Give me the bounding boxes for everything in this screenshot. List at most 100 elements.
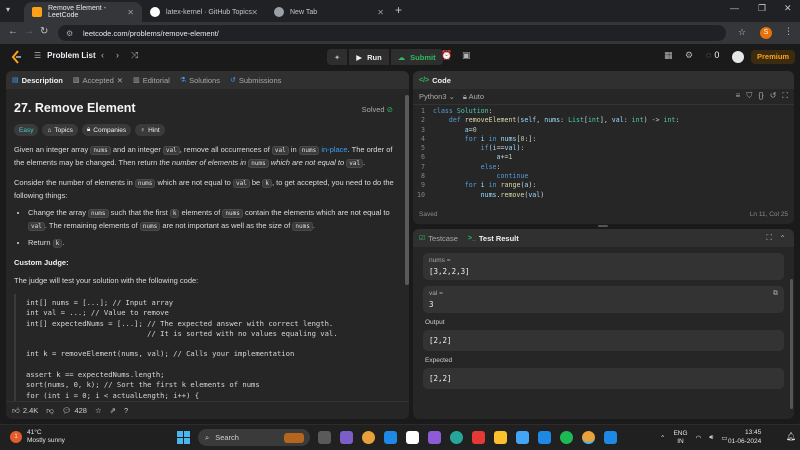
tab-editorial[interactable]: ▥ Editorial [133,76,170,85]
forward-icon[interactable]: → [24,26,34,37]
file-explorer-icon[interactable] [494,431,507,444]
taskbar-search[interactable]: ⌕ Search [198,429,310,446]
input-label: nums = [429,257,451,264]
dropbox-icon[interactable] [384,431,397,444]
minimize-icon[interactable]: — [730,3,739,13]
prev-problem-icon[interactable]: ‹ [101,50,104,60]
chrome-icon[interactable] [362,431,375,444]
wifi-icon[interactable]: ◠ [696,434,702,442]
reset-icon[interactable]: ↺ [770,91,777,101]
code-panel-header: </> Code [413,71,794,89]
close-window-icon[interactable]: ✕ [784,3,792,14]
tab-search-icon[interactable]: ▾ [6,5,10,14]
volume-icon[interactable]: 🔊︎ [709,434,713,442]
collapse-icon[interactable]: ⌃ [779,234,786,243]
problem-title[interactable]: 27. Remove Element [14,101,401,115]
panel-resize-handle[interactable] [598,225,608,227]
code-editor[interactable]: 1 class Solution: 2 def removeElement(sel… [413,107,794,207]
clock[interactable]: 13:45 01-06-2024 [728,429,761,446]
tray-chevron-icon[interactable]: ⌃ [660,434,665,442]
weather-text: Mostly sunny [27,437,65,444]
tab-solutions[interactable]: ⚗ Solutions [180,76,220,85]
autocomplete-toggle[interactable]: 🔒︎ Auto [463,92,484,102]
browser-menu-icon[interactable]: ⋮ [784,26,793,37]
hint-tag[interactable]: ♀ Hint [135,124,165,136]
profile-avatar[interactable]: S [760,27,772,39]
edge-icon[interactable] [450,431,463,444]
close-tab-icon[interactable]: ✕ [127,8,134,17]
result-scrollbar[interactable] [790,279,793,409]
topics-tag[interactable]: ⌂ Topics [42,124,78,136]
output-value: [2,2] [429,336,452,345]
app-s-icon[interactable] [406,431,419,444]
reload-icon[interactable]: ↻ [40,26,48,37]
submit-button[interactable]: ☁ Submit [390,49,443,65]
task-view-icon[interactable] [318,431,331,444]
browser-tab-newtab[interactable]: New Tab ✕ [266,2,392,22]
tab-submissions[interactable]: ↺ Submissions [230,76,281,85]
new-tab-button[interactable]: + [395,3,402,17]
user-avatar[interactable] [732,51,744,63]
store-icon[interactable] [516,431,529,444]
input-value: 3 [429,300,434,309]
site-info-icon[interactable]: ⚙ [66,29,75,38]
dislike-button[interactable]: 👎︎ [46,406,54,416]
spotify-icon[interactable] [560,431,573,444]
maximize-icon[interactable]: ❐ [758,3,766,14]
notes-icon[interactable]: ▣ [462,50,471,61]
browser-tab-github[interactable]: latex-kernel · GitHub Topics ✕ [142,2,266,22]
weather-widget[interactable]: 1 41°C Mostly sunny [10,429,65,445]
battery-icon[interactable]: ▭ [721,434,727,442]
fullscreen-icon[interactable]: ⛶ [782,91,788,101]
next-problem-icon[interactable]: › [116,50,119,60]
debug-icon[interactable]: ✦ [327,49,348,65]
todo-icon[interactable] [538,431,551,444]
close-tab-icon[interactable]: ✕ [377,8,384,17]
tab-testcase[interactable]: ☑ Testcase [419,234,458,243]
description-content[interactable]: 27. Remove Element Solved ⊘ Easy ⌂ Topic… [6,89,409,401]
share-icon[interactable]: ⇗ [110,406,116,415]
timer-icon[interactable]: ⏰ [441,50,452,61]
copy-icon[interactable]: ⧉ [773,290,778,298]
expand-icon[interactable]: ⛶ [766,233,772,243]
mail-icon[interactable] [472,431,485,444]
bookmark-star-icon[interactable]: ☆ [738,27,746,38]
tab-accepted[interactable]: ▧ Accepted ✕ [73,76,123,85]
like-button[interactable]: 👍︎ 2.4K [12,406,38,416]
tab-title: New Tab [290,8,318,16]
description-scrollbar[interactable] [405,95,409,285]
url-input[interactable]: ⚙ leetcode.com/problems/remove-element/ [58,25,726,41]
language-indicator[interactable]: ENG IN [673,430,687,445]
browser-tab-leetcode[interactable]: Remove Element - LeetCode ✕ [24,2,142,22]
close-tab-icon[interactable]: ✕ [117,76,123,85]
layout-icon[interactable]: ▦ [664,50,673,61]
chrome-active-icon[interactable] [582,431,595,444]
in-place-link[interactable]: in-place [321,145,347,154]
comments-button[interactable]: 💬︎ 428 [62,406,87,415]
favorite-star-icon[interactable]: ☆ [95,406,102,415]
help-icon[interactable]: ? [124,406,128,415]
format-icon[interactable]: ≡ [736,91,741,101]
vscode-icon[interactable] [604,431,617,444]
companies-tag[interactable]: 🔒︎ Companies [81,124,132,136]
bookmark-icon[interactable]: ⛉ [746,91,752,101]
language-select[interactable]: Python3 ⌄ [419,92,455,101]
teams-icon[interactable] [340,431,353,444]
lock-icon: 🔒︎ [462,91,467,101]
premium-button[interactable]: Premium [751,50,796,64]
tab-code[interactable]: </> Code [419,76,451,85]
leetcode-logo-icon[interactable] [10,50,24,64]
notifications-icon[interactable]: 🔔︎ [786,432,796,441]
braces-icon[interactable]: {} [758,91,763,101]
back-icon[interactable]: ← [8,26,18,37]
shuffle-icon[interactable]: ⤨ [131,50,138,61]
run-button[interactable]: ▶ Run [349,49,389,65]
app-purple-icon[interactable] [428,431,441,444]
problem-list-button[interactable]: ☰ Problem List [34,51,96,60]
tab-description[interactable]: ▤ Description [12,76,63,85]
tab-test-result[interactable]: >_ Test Result [468,234,519,243]
coins-counter[interactable]: ◌ 0 [706,50,719,60]
windows-start-icon[interactable] [177,431,190,444]
close-tab-icon[interactable]: ✕ [251,8,258,17]
settings-icon[interactable]: ⚙ [685,50,693,61]
